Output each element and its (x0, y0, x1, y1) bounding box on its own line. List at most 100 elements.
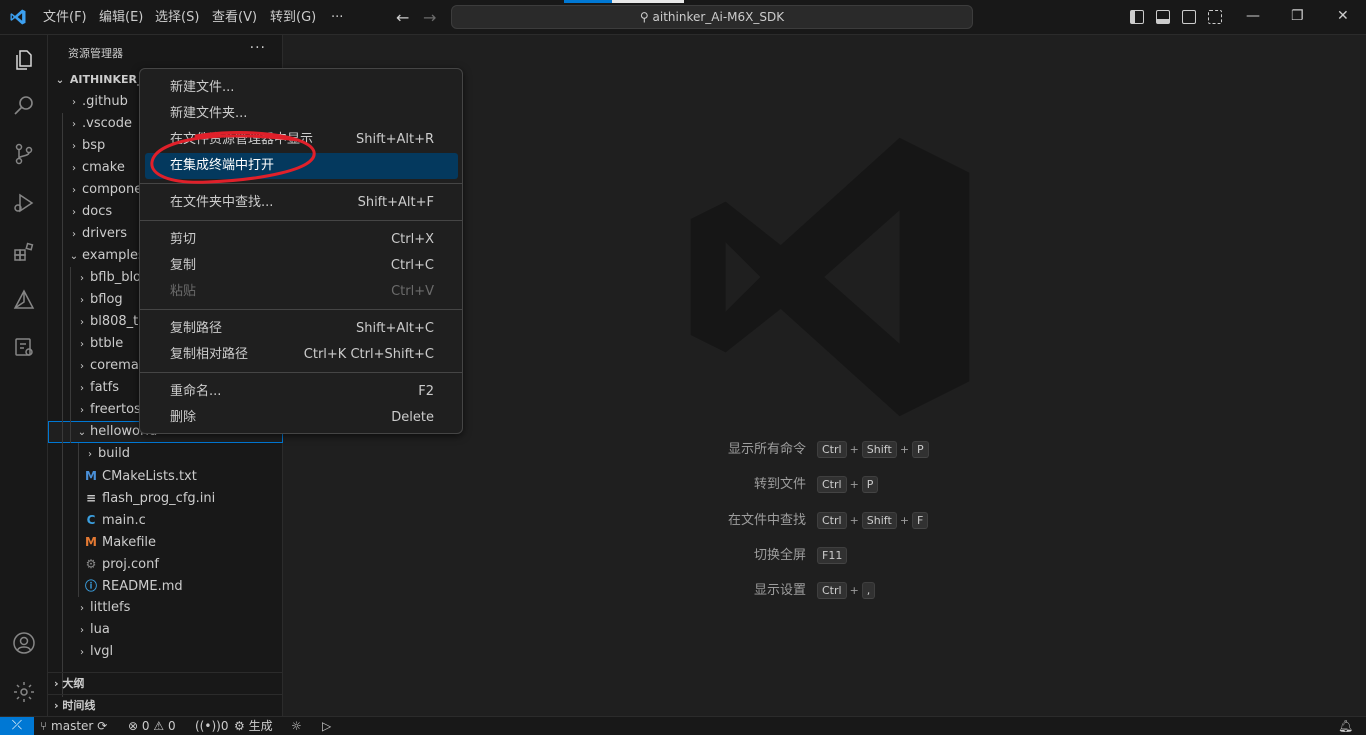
timeline-section-label: 时间线 (62, 699, 96, 712)
run-debug-icon[interactable] (12, 191, 36, 215)
extensions-icon[interactable] (12, 240, 36, 264)
menu-edit[interactable]: 编辑(E) (99, 0, 143, 35)
toggle-panel-icon[interactable] (1156, 10, 1170, 24)
key-plus: + (849, 514, 859, 527)
cmake-icon[interactable] (12, 288, 36, 312)
menu-item-label: 在文件资源管理器中显示 (170, 132, 314, 147)
warning-count: 0 (167, 719, 176, 733)
build-button[interactable]: ⚙ 生成 (234, 717, 273, 735)
build-label: 生成 (248, 719, 273, 733)
git-branch-icon: ⑂ (40, 719, 48, 733)
context-menu-item[interactable]: 剪切 Ctrl+X (145, 227, 458, 253)
key-cap: P (861, 476, 879, 493)
broadcast-icon: ((•)) (195, 719, 221, 733)
branch-indicator[interactable]: ⑂ master ⟳ (40, 717, 107, 735)
forward-arrow-icon[interactable]: → (423, 8, 436, 27)
context-menu-item[interactable]: 删除 Delete (145, 405, 458, 431)
chevron-right-icon: › (72, 141, 76, 152)
close-icon[interactable]: ✕ (1337, 8, 1349, 24)
file-type-icon: ⚙ (85, 557, 97, 571)
context-menu-item[interactable]: 在集成终端中打开 (145, 153, 458, 179)
run-button[interactable]: ▷ (322, 717, 331, 735)
tree-item-label: btble (90, 336, 124, 351)
tree-item-label: proj.conf (102, 557, 159, 572)
source-control-icon[interactable] (12, 142, 36, 166)
chevron-right-icon: › (80, 383, 84, 394)
toggle-secondary-sidebar-icon[interactable] (1182, 10, 1196, 24)
chevron-down-icon: ⌄ (69, 251, 79, 262)
remote-indicator-icon[interactable]: ⤫ (0, 717, 34, 735)
tree-item-label: bflog (90, 292, 123, 307)
context-menu-item[interactable]: 在文件夹中查找... Shift+Alt+F (145, 190, 458, 216)
back-arrow-icon[interactable]: ← (396, 8, 409, 27)
keybinding: F11 (817, 547, 848, 565)
chevron-right-icon: › (72, 163, 76, 174)
title-bar: 文件(F) 编辑(E) 选择(S) 查看(V) 转到(G) ··· ← → ⚲ … (0, 0, 1366, 35)
menu-item-shortcut: Delete (391, 410, 434, 425)
tree-file-row[interactable]: M CMakeLists.txt (48, 465, 283, 487)
tree-file-row[interactable]: ⓘ README.md (48, 575, 283, 597)
menu-item-label: 新建文件... (170, 80, 235, 95)
remote-explorer-icon[interactable] (12, 335, 36, 359)
tree-item-label: littlefs (90, 600, 131, 615)
problems-indicator[interactable]: ⊗ 0 ⚠ 0 (128, 717, 176, 735)
context-menu-item[interactable]: 新建文件夹... (145, 101, 458, 127)
menu-item-label: 在集成终端中打开 (170, 158, 275, 173)
outline-section[interactable]: › 大纲 (48, 672, 283, 694)
menu-selection[interactable]: 选择(S) (155, 0, 199, 35)
minimize-icon[interactable]: — (1246, 8, 1260, 24)
context-menu-item[interactable]: 复制路径 Shift+Alt+C (145, 316, 458, 342)
tree-file-row[interactable]: M Makefile (48, 531, 283, 553)
customize-layout-icon[interactable] (1208, 10, 1222, 24)
toggle-primary-sidebar-icon[interactable] (1130, 10, 1144, 24)
vscode-logo-icon (10, 9, 26, 25)
key-cap: Ctrl (817, 512, 847, 529)
ports-indicator[interactable]: ((•))0 (195, 717, 228, 735)
explorer-icon[interactable] (12, 48, 36, 72)
menu-view[interactable]: 查看(V) (212, 0, 257, 35)
menu-file[interactable]: 文件(F) (43, 0, 87, 35)
chevron-right-icon: › (80, 317, 84, 328)
welcome-hint-row: 显示设置 Ctrl +, (283, 582, 1366, 600)
chevron-right-icon: › (80, 625, 84, 636)
chevron-right-icon: › (88, 449, 92, 460)
chevron-right-icon: › (72, 97, 76, 108)
tree-folder-row[interactable]: › lvgl (48, 641, 283, 663)
search-icon[interactable] (12, 94, 36, 118)
keybinding: Ctrl + Shift + P (817, 441, 929, 459)
timeline-section[interactable]: › 时间线 (48, 694, 283, 716)
context-menu-item[interactable]: 复制 Ctrl+C (145, 253, 458, 279)
notifications-bell-icon[interactable]: 🔔︎ (1338, 717, 1353, 735)
tree-file-row[interactable]: Cmain.c (48, 509, 283, 531)
context-menu-item[interactable]: 复制相对路径 Ctrl+K Ctrl+Shift+C (145, 342, 458, 368)
tree-folder-row[interactable]: › build (48, 443, 283, 465)
menu-item-shortcut: Ctrl+X (391, 232, 434, 247)
menu-item-shortcut: Shift+Alt+R (356, 132, 434, 147)
menu-item-shortcut: Ctrl+V (391, 284, 434, 299)
context-menu-item[interactable]: 新建文件... (145, 75, 458, 101)
account-icon[interactable] (12, 631, 36, 655)
debug-button[interactable]: ☼ (291, 717, 302, 735)
chevron-right-icon: › (80, 295, 84, 306)
chevron-right-icon: › (80, 273, 84, 284)
menu-go[interactable]: 转到(G) (270, 0, 316, 35)
warning-icon: ⚠ (153, 719, 165, 733)
explorer-more-actions[interactable]: ··· (250, 40, 266, 56)
context-menu-item[interactable]: 在文件资源管理器中显示 Shift+Alt+R (145, 127, 458, 153)
context-menu-item[interactable]: 重命名... F2 (145, 379, 458, 405)
restore-icon[interactable]: ❐ (1291, 8, 1304, 24)
vscode-watermark-logo (690, 137, 970, 417)
tree-item-label: CMakeLists.txt (102, 469, 197, 484)
search-text: aithinker_Ai-M6X_SDK (652, 10, 785, 24)
tree-folder-row[interactable]: › lua (48, 619, 283, 641)
welcome-hint-label: 显示设置 (753, 583, 806, 598)
key-cap: Ctrl (817, 441, 847, 458)
menu-more[interactable]: ··· (331, 0, 343, 35)
tree-file-row[interactable]: ⚙ proj.conf (48, 553, 283, 575)
settings-gear-icon[interactable] (12, 680, 36, 704)
command-center-search[interactable]: ⚲ aithinker_Ai-M6X_SDK (451, 0, 973, 29)
tree-item-label: bsp (82, 138, 106, 153)
key-plus: + (849, 443, 859, 456)
tree-folder-row[interactable]: › littlefs (48, 597, 283, 619)
tree-file-row[interactable]: ≡ flash_prog_cfg.ini (48, 487, 283, 509)
